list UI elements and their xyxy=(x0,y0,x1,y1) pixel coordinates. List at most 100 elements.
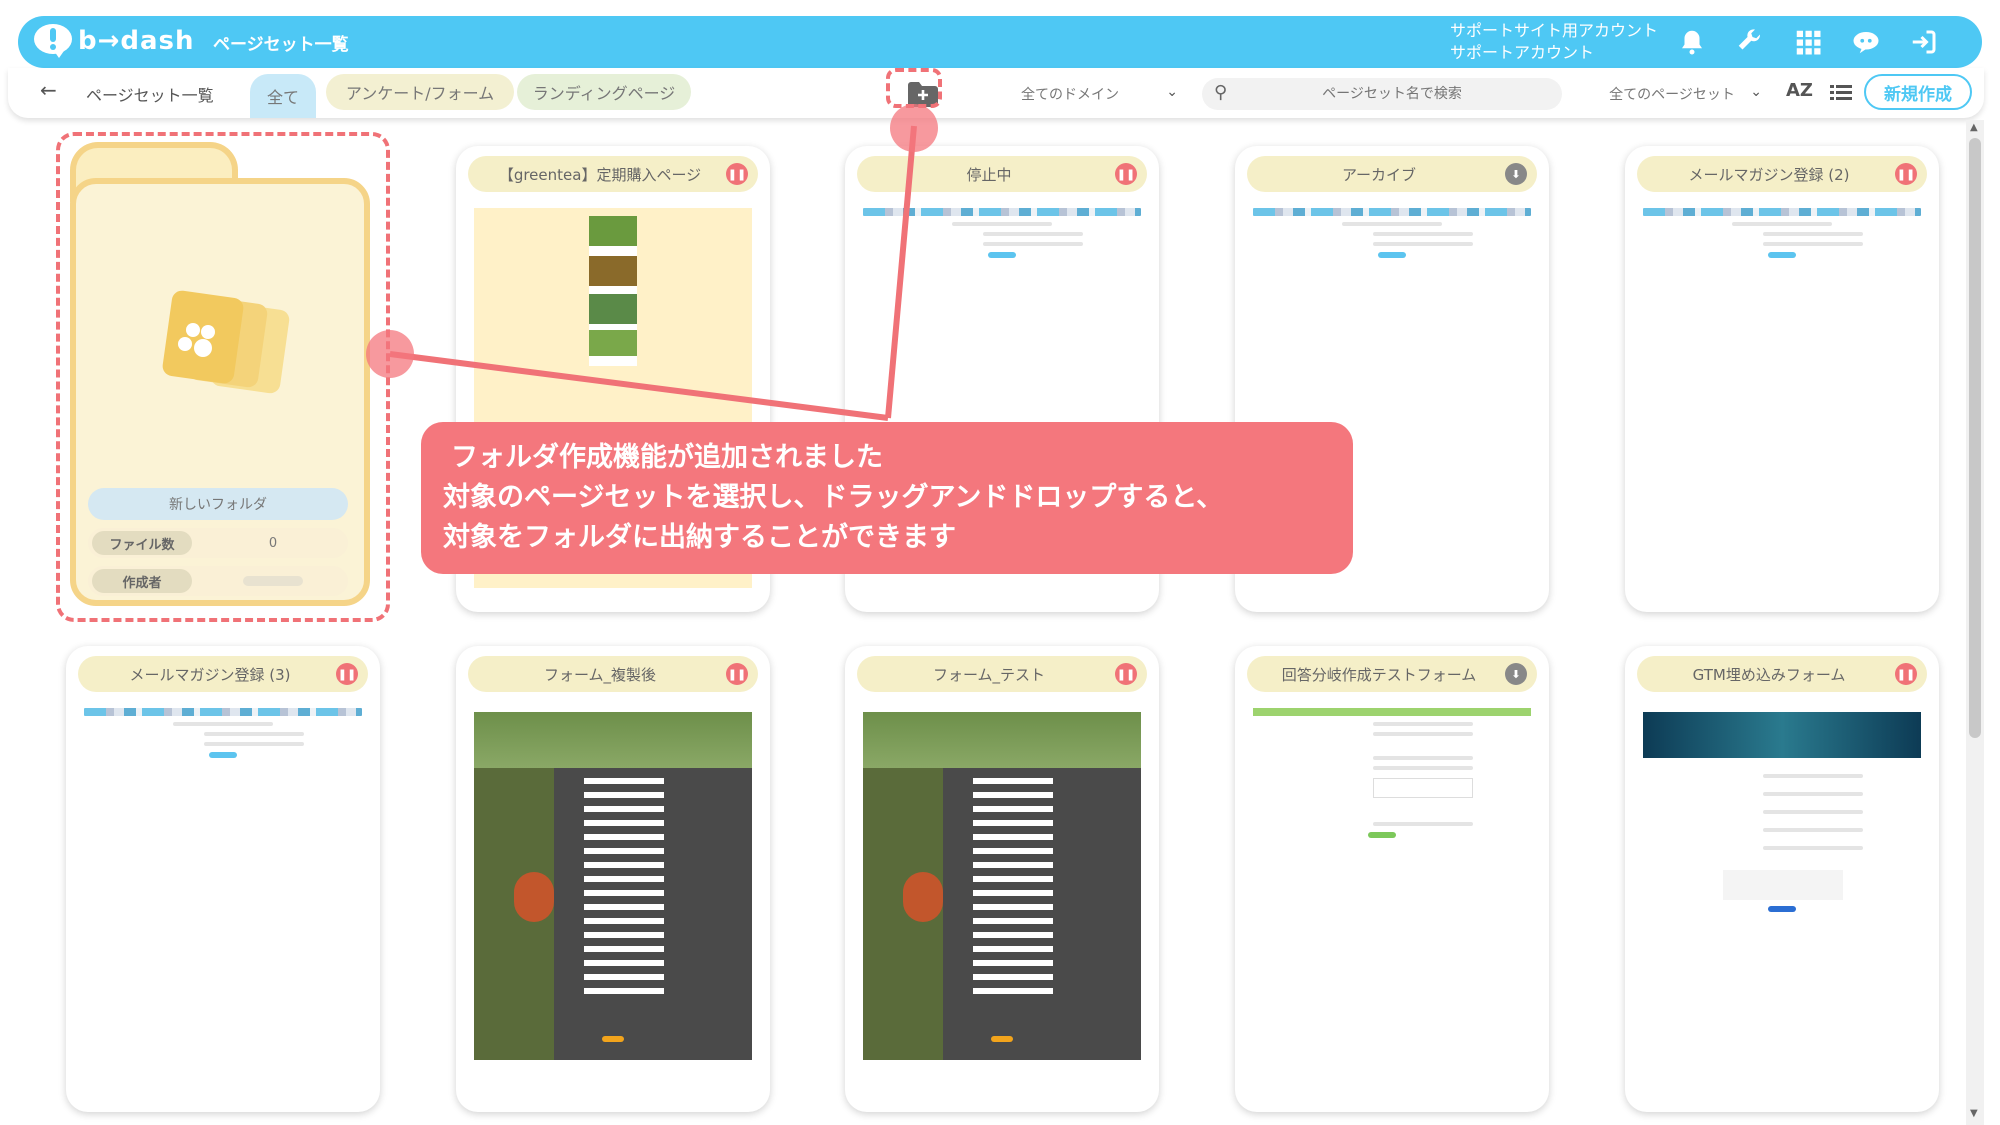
chevron-down-icon: ⌄ xyxy=(1750,84,1762,100)
bdash-logo[interactable]: b→dash xyxy=(34,24,195,58)
form-line xyxy=(204,732,304,736)
card-title: フォーム_テスト ❚❚ xyxy=(857,656,1147,692)
tab-survey-form[interactable]: アンケート/フォーム xyxy=(326,74,514,110)
back-arrow-icon[interactable]: ← xyxy=(40,78,57,102)
new-create-button[interactable]: 新規作成 xyxy=(1864,74,1972,110)
apps-grid-icon[interactable] xyxy=(1790,24,1826,60)
account-line1: サポートサイト用アカウント xyxy=(1450,21,1659,40)
search-box[interactable]: ⚲ xyxy=(1202,78,1562,110)
logout-icon[interactable] xyxy=(1906,24,1942,60)
tab-landing-page[interactable]: ランディングページ xyxy=(517,74,691,110)
card-title: GTM埋め込みフォーム ❚❚ xyxy=(1637,656,1927,692)
domain-select-value: 全てのドメイン xyxy=(1021,87,1119,103)
form-submit-mini xyxy=(991,1036,1013,1042)
pageset-select[interactable]: 全てのページセット ⌄ xyxy=(1572,78,1772,110)
card-title-text: メールマガジン登録 (2) xyxy=(1688,165,1850,184)
pause-icon: ❚❚ xyxy=(1115,163,1137,185)
scrollbar-thumb[interactable] xyxy=(1969,138,1981,738)
form-line xyxy=(1763,792,1863,796)
form-line xyxy=(1763,810,1863,814)
account-line2: サポートアカウント xyxy=(1450,43,1595,62)
form-fields-preview xyxy=(973,778,1053,998)
card-thumbnail xyxy=(474,712,752,1060)
form-banner-image xyxy=(474,712,752,768)
pageset-card[interactable]: フォーム_テスト ❚❚ xyxy=(845,646,1159,1112)
form-line xyxy=(1763,774,1863,778)
tomato-image xyxy=(514,872,554,922)
form-line xyxy=(1373,722,1473,726)
form-header-strip xyxy=(1643,208,1921,216)
card-title: 回答分岐作成テストフォーム ⬇ xyxy=(1247,656,1537,692)
callout-line2: 対象のページセットを選択し、ドラッグアンドドロップすると、 xyxy=(443,482,1224,513)
form-line xyxy=(983,232,1083,236)
form-line xyxy=(1763,232,1863,236)
form-line xyxy=(173,722,273,726)
pageset-card[interactable]: フォーム_複製後 ❚❚ xyxy=(456,646,770,1112)
form-line xyxy=(1373,732,1473,736)
pageset-card[interactable]: メールマガジン登録 (2) ❚❚ xyxy=(1625,146,1939,612)
card-title: 停止中 ❚❚ xyxy=(857,156,1147,192)
form-textarea xyxy=(1373,778,1473,798)
card-thumbnail xyxy=(1253,208,1531,268)
pause-icon: ❚❚ xyxy=(726,163,748,185)
tab-all[interactable]: 全て xyxy=(250,74,316,118)
annotation-dot xyxy=(366,330,414,378)
card-title-text: フォーム_テスト xyxy=(932,665,1046,684)
form-line xyxy=(983,242,1083,246)
form-submit-mini xyxy=(1768,252,1796,258)
tomato-image xyxy=(903,872,943,922)
domain-select[interactable]: 全てのドメイン ⌄ xyxy=(952,78,1188,110)
pause-icon: ❚❚ xyxy=(1895,163,1917,185)
card-title-text: 回答分岐作成テストフォーム xyxy=(1281,665,1477,684)
form-line xyxy=(1763,242,1863,246)
form-header-strip xyxy=(84,708,362,716)
vertical-scrollbar[interactable]: ▲ ▼ xyxy=(1966,120,1984,1125)
archive-download-icon: ⬇ xyxy=(1505,663,1527,685)
form-submit-mini xyxy=(1368,832,1396,838)
chevron-down-icon: ⌄ xyxy=(1166,84,1178,100)
breadcrumb: ページセット一覧 xyxy=(86,86,214,105)
card-thumbnail xyxy=(863,712,1141,1060)
card-thumbnail xyxy=(863,208,1141,268)
account-info[interactable]: サポートサイト用アカウント サポートアカウント xyxy=(1450,20,1658,64)
top-header: b→dash ページセット一覧 サポートサイト用アカウント サポートアカウント xyxy=(18,16,1982,68)
toolbar: ← ページセット一覧 全て アンケート/フォーム ランディングページ 全てのドメ… xyxy=(8,68,1984,118)
folder-highlight-frame xyxy=(56,132,390,622)
list-view-icon[interactable] xyxy=(1830,82,1852,104)
search-input[interactable] xyxy=(1242,78,1542,110)
scroll-down-icon[interactable]: ▼ xyxy=(1970,1108,1978,1119)
annotation-callout: フォルダ作成機能が追加されました 対象のページセットを選択し、ドラッグアンドドロ… xyxy=(421,422,1353,574)
pause-icon: ❚❚ xyxy=(726,663,748,685)
wrench-icon[interactable] xyxy=(1732,24,1768,60)
card-thumbnail xyxy=(1643,712,1921,1012)
callout-line1: フォルダ作成機能が追加されました xyxy=(451,442,883,473)
form-line xyxy=(1373,232,1473,236)
pageset-select-value: 全てのページセット xyxy=(1609,87,1735,103)
gtm-banner-image xyxy=(1643,712,1921,758)
form-submit-mini xyxy=(602,1036,624,1042)
pause-icon: ❚❚ xyxy=(1115,663,1137,685)
card-title: メールマガジン登録 (2) ❚❚ xyxy=(1637,156,1927,192)
product-page-preview xyxy=(589,216,637,366)
support-chat-icon[interactable] xyxy=(1848,24,1884,60)
card-title-text: フォーム_複製後 xyxy=(543,665,657,684)
scroll-up-icon[interactable]: ▲ xyxy=(1970,122,1978,133)
search-icon: ⚲ xyxy=(1214,82,1228,103)
callout-line3: 対象をフォルダに出納することができます xyxy=(443,522,956,553)
pageset-card[interactable]: GTM埋め込みフォーム ❚❚ xyxy=(1625,646,1939,1112)
card-thumbnail xyxy=(84,708,362,768)
form-line xyxy=(1342,222,1442,226)
form-banner-image xyxy=(863,712,1141,768)
card-title: アーカイブ ⬇ xyxy=(1247,156,1537,192)
bell-icon[interactable] xyxy=(1674,24,1710,60)
form-submit-mini xyxy=(1768,906,1796,912)
form-fields-preview xyxy=(584,778,664,998)
card-title-text: 【greentea】定期購入ページ xyxy=(498,165,702,184)
pageset-card[interactable]: メールマガジン登録 (3) ❚❚ xyxy=(66,646,380,1112)
card-thumbnail xyxy=(1643,208,1921,268)
card-title-text: 停止中 xyxy=(966,165,1012,184)
pageset-card[interactable]: 回答分岐作成テストフォーム ⬇ xyxy=(1235,646,1549,1112)
form-line xyxy=(1373,756,1473,760)
sort-az-button[interactable]: AZ xyxy=(1786,80,1813,101)
form-line xyxy=(1373,822,1473,826)
